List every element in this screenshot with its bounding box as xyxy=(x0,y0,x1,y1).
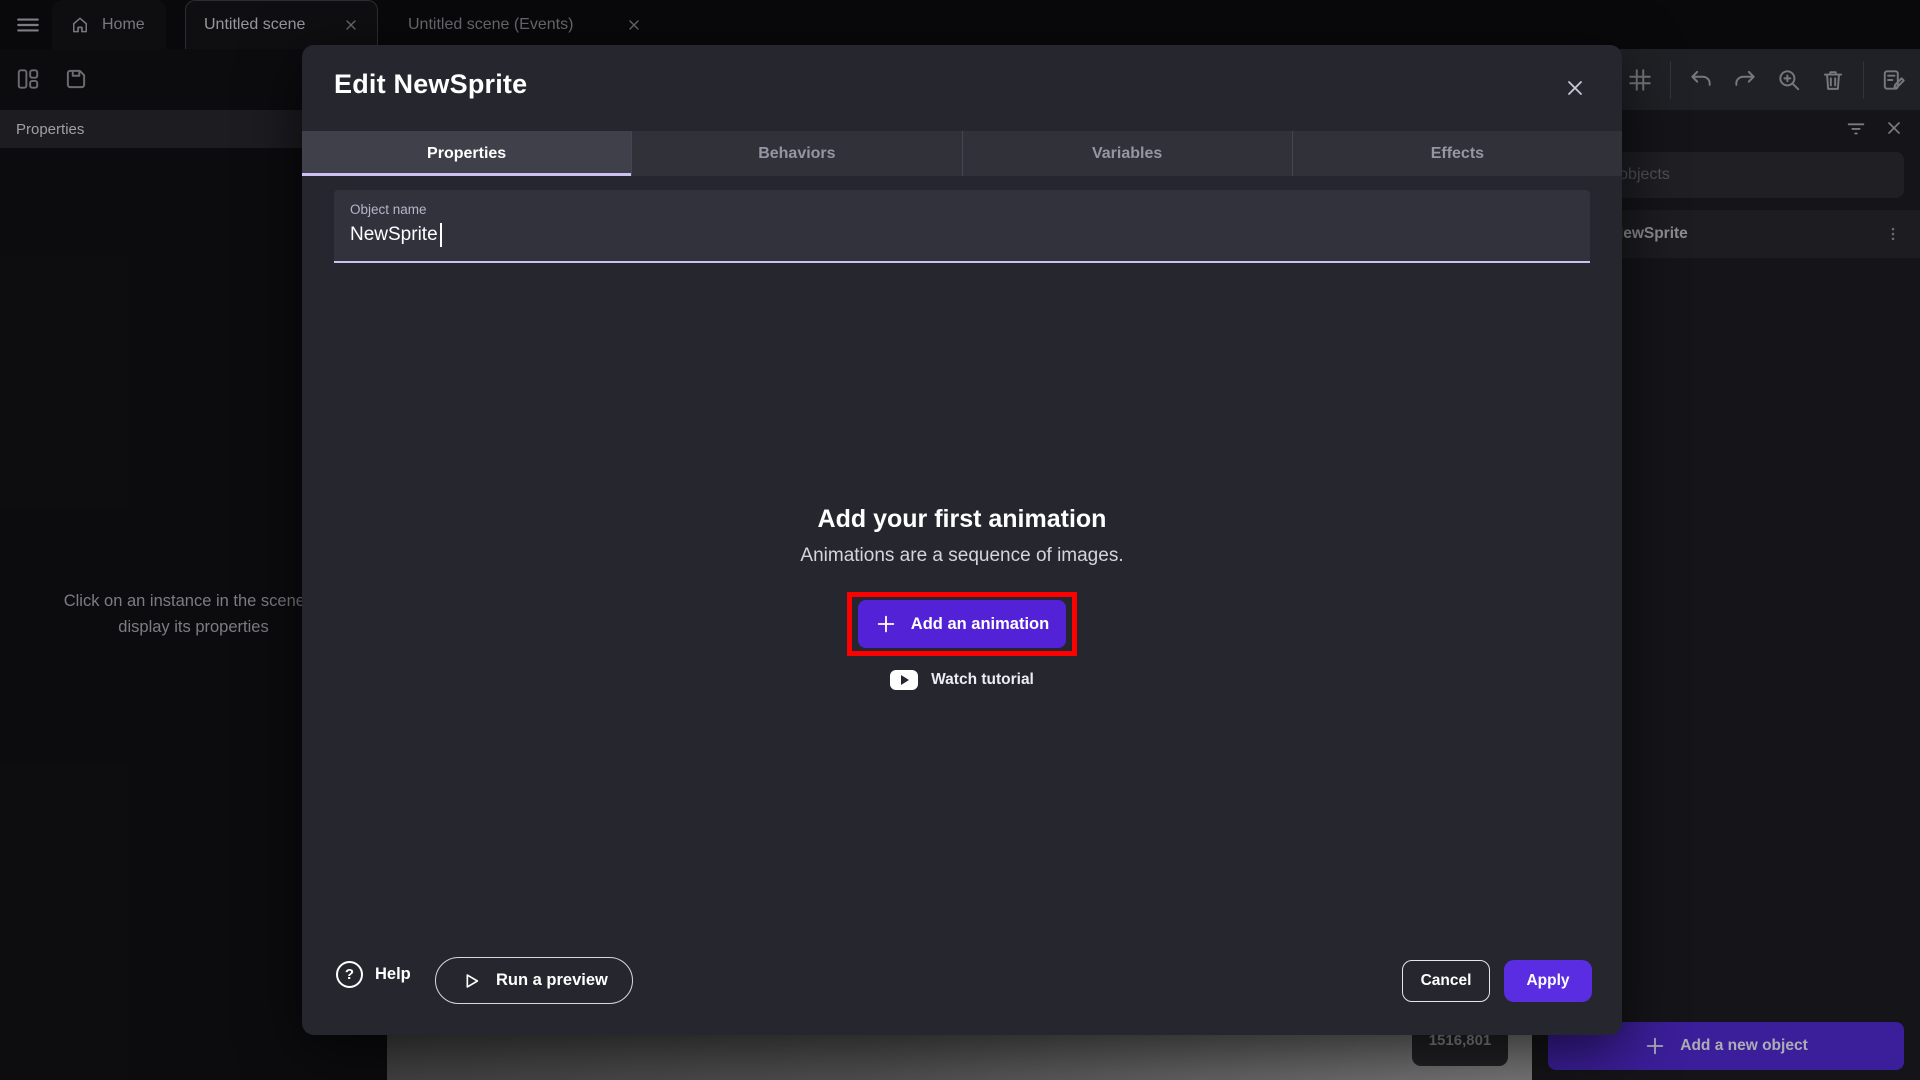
cancel-button[interactable]: Cancel xyxy=(1402,960,1490,1002)
object-name-field-label: Object name xyxy=(350,202,427,217)
help-button[interactable]: ? Help xyxy=(336,961,411,988)
dialog-footer: ? Help Run a preview Cancel Apply xyxy=(302,957,1622,1009)
add-animation-label: Add an animation xyxy=(911,615,1049,634)
youtube-icon xyxy=(890,670,918,690)
plus-icon xyxy=(875,613,897,635)
dialog-tabs: Properties Behaviors Variables Effects xyxy=(302,131,1622,176)
edit-object-dialog: Edit NewSprite Properties Behaviors Vari… xyxy=(302,45,1622,1035)
tab-behaviors[interactable]: Behaviors xyxy=(632,131,962,176)
run-preview-button[interactable]: Run a preview xyxy=(435,957,633,1004)
tab-variables[interactable]: Variables xyxy=(963,131,1293,176)
highlight-box: Add an animation xyxy=(847,592,1077,656)
watch-tutorial-button[interactable]: Watch tutorial xyxy=(302,670,1622,690)
add-animation-button[interactable]: Add an animation xyxy=(858,600,1066,648)
help-icon: ? xyxy=(336,961,363,988)
play-icon xyxy=(460,970,482,992)
object-name-field[interactable]: Object name NewSprite xyxy=(334,190,1590,263)
text-caret xyxy=(440,223,442,247)
dialog-close-button[interactable] xyxy=(1560,73,1590,103)
close-icon xyxy=(1563,76,1587,100)
tab-effects[interactable]: Effects xyxy=(1293,131,1622,176)
empty-state-title: Add your first animation xyxy=(302,505,1622,534)
watch-tutorial-label: Watch tutorial xyxy=(931,671,1034,689)
empty-state-subtitle: Animations are a sequence of images. xyxy=(302,545,1622,567)
tab-properties[interactable]: Properties xyxy=(302,131,632,176)
object-name-field-value: NewSprite xyxy=(350,223,442,247)
help-label: Help xyxy=(375,965,411,984)
gdevelop-editor: Home Untitled scene Untitled scene (Even… xyxy=(0,0,1920,1080)
apply-button[interactable]: Apply xyxy=(1504,960,1592,1002)
dialog-title: Edit NewSprite xyxy=(334,69,527,100)
run-preview-label: Run a preview xyxy=(496,971,608,990)
